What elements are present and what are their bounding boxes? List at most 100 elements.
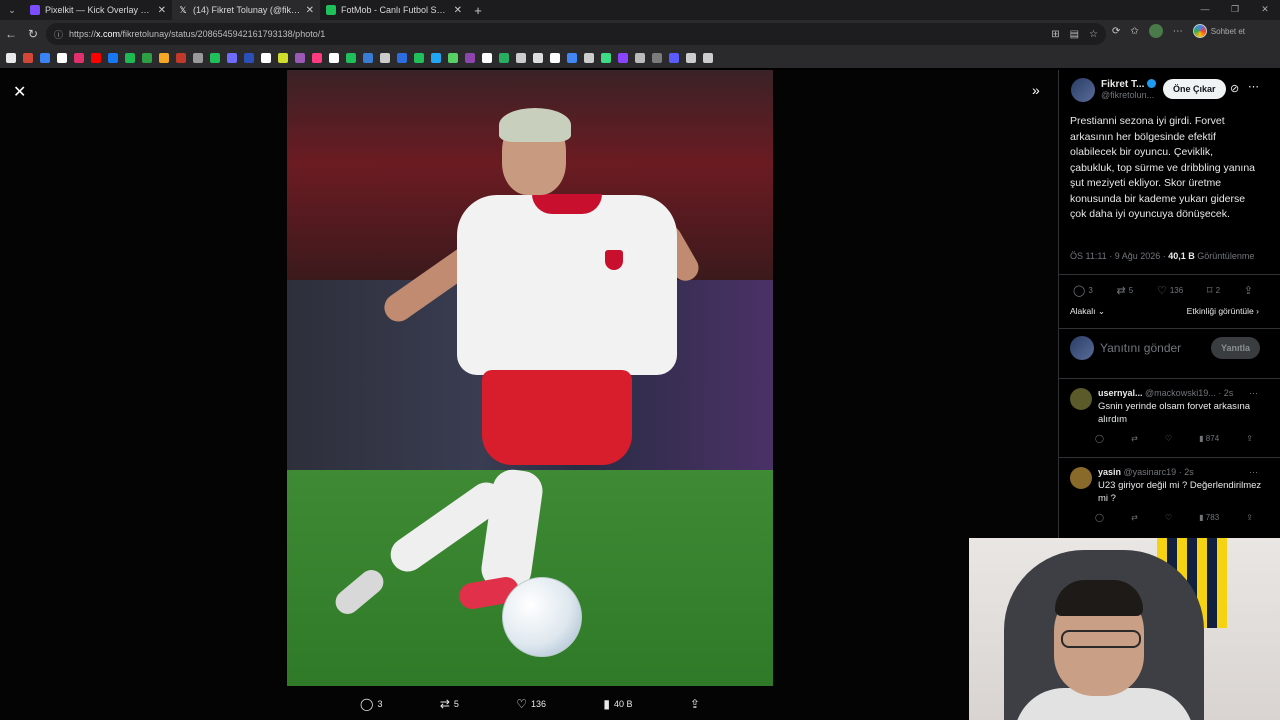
repost-icon[interactable]: ⇄ <box>1131 434 1138 443</box>
bookmark-favicon-icon[interactable] <box>601 53 611 63</box>
bookmark-favicon-icon[interactable] <box>142 53 152 63</box>
bookmark-favicon-icon[interactable] <box>74 53 84 63</box>
expand-sidebar-icon[interactable]: » <box>1032 82 1040 98</box>
bookmark-favicon-icon[interactable] <box>652 53 662 63</box>
reply-item[interactable]: usernyal... @mackowski19... · 2s Gsnin y… <box>1070 388 1270 443</box>
bookmark-favicon-icon[interactable] <box>108 53 118 63</box>
tab-fotmob[interactable]: FotMob - Canlı Futbol Skorları ✕ <box>320 0 468 20</box>
url-field[interactable]: ⓘ https://x.com/fikretolunay/status/2086… <box>46 23 1106 45</box>
highlight-button[interactable]: Öne Çıkar <box>1163 79 1226 99</box>
bookmark-favicon-icon[interactable] <box>312 53 322 63</box>
repost-icon[interactable]: ⇄ <box>1131 513 1138 522</box>
tweet-photo[interactable] <box>287 70 773 686</box>
bookmark-favicon-icon[interactable] <box>567 53 577 63</box>
bookmark-favicon-icon[interactable] <box>329 53 339 63</box>
bookmark-favicon-icon[interactable] <box>550 53 560 63</box>
new-tab-plus-icon[interactable]: + <box>468 3 488 18</box>
repost-action[interactable]: ⇄ 5 <box>440 697 459 711</box>
tab-list-chevron-icon[interactable]: ⌄ <box>0 5 24 16</box>
reader-icon[interactable]: ▤ <box>1070 29 1079 40</box>
author-avatar[interactable] <box>1071 78 1095 102</box>
bookmark-favicon-icon[interactable] <box>176 53 186 63</box>
apps-icon[interactable]: ⊞ <box>1051 29 1059 40</box>
minimize-icon[interactable]: — <box>1190 0 1220 20</box>
bookmark-favicon-icon[interactable] <box>261 53 271 63</box>
like-action[interactable]: ♡ 136 <box>1157 284 1183 297</box>
bookmark-favicon-icon[interactable] <box>499 53 509 63</box>
share-action[interactable]: ⇪ <box>1244 284 1253 297</box>
bookmark-favicon-icon[interactable] <box>346 53 356 63</box>
reload-icon[interactable]: ↻ <box>22 27 44 41</box>
close-tab-icon[interactable]: ✕ <box>454 5 462 16</box>
tab-pixelkit[interactable]: Pixelkit — Kick Overlay & Bot ✕ <box>24 0 172 20</box>
close-tab-icon[interactable]: ✕ <box>158 5 166 16</box>
reply-bubble-icon[interactable]: ◯ <box>1095 513 1104 522</box>
close-tab-icon[interactable]: ✕ <box>306 5 314 16</box>
menu-dots-icon[interactable]: ⋯ <box>1173 26 1183 37</box>
back-arrow-icon[interactable]: ← <box>0 27 22 41</box>
bookmark-favicon-icon[interactable] <box>227 53 237 63</box>
bookmark-favicon-icon[interactable] <box>635 53 645 63</box>
share-icon[interactable]: ⇪ <box>1246 434 1253 443</box>
reply-submit-button[interactable]: Yanıtla <box>1210 337 1260 359</box>
sort-dropdown[interactable]: Alakalı ⌄ <box>1070 306 1105 317</box>
reply-input[interactable]: Yanıtını gönder <box>1100 341 1205 355</box>
bookmark-favicon-icon[interactable] <box>6 53 16 63</box>
grok-icon[interactable]: ⊘ <box>1230 82 1239 95</box>
more-dots-icon[interactable]: ⋯ <box>1249 388 1258 399</box>
repost-action[interactable]: ⇄ 5 <box>1117 284 1134 297</box>
bookmark-favicon-icon[interactable] <box>363 53 373 63</box>
views-action[interactable]: ▮ 874 <box>1199 434 1219 443</box>
tab-x-fikret[interactable]: 𝕏 (14) Fikret Tolunay (@fikretolunay) ✕ <box>172 0 320 20</box>
view-engagement-link[interactable]: Etkinliği görüntüle › <box>1187 306 1259 317</box>
more-dots-icon[interactable]: ⋯ <box>1248 80 1259 93</box>
chat-button[interactable]: Sohbet et <box>1192 24 1245 38</box>
close-window-icon[interactable]: ✕ <box>1250 0 1280 20</box>
extensions-icon[interactable]: ⟳ <box>1112 26 1120 37</box>
favorites-icon[interactable]: ✩ <box>1130 26 1138 37</box>
bookmark-favicon-icon[interactable] <box>397 53 407 63</box>
share-action[interactable]: ⇪ <box>690 697 700 711</box>
bookmark-favicon-icon[interactable] <box>125 53 135 63</box>
bookmark-favicon-icon[interactable] <box>40 53 50 63</box>
views-action[interactable]: ▮ 783 <box>1199 513 1219 522</box>
reply-action[interactable]: ◯ 3 <box>360 697 382 711</box>
bookmark-favicon-icon[interactable] <box>210 53 220 63</box>
bookmark-favicon-icon[interactable] <box>703 53 713 63</box>
more-dots-icon[interactable]: ⋯ <box>1249 467 1258 478</box>
close-viewer-icon[interactable]: ✕ <box>13 82 26 102</box>
bookmark-favicon-icon[interactable] <box>448 53 458 63</box>
bookmark-favicon-icon[interactable] <box>686 53 696 63</box>
bookmark-favicon-icon[interactable] <box>295 53 305 63</box>
views-action[interactable]: ▮ 40 B <box>603 697 632 711</box>
bookmark-favicon-icon[interactable] <box>482 53 492 63</box>
star-bookmark-icon[interactable]: ☆ <box>1089 29 1098 40</box>
bookmark-favicon-icon[interactable] <box>380 53 390 63</box>
bookmark-favicon-icon[interactable] <box>618 53 628 63</box>
reply-avatar[interactable] <box>1070 467 1092 489</box>
reply-item[interactable]: yasin @yasinarc19 · 2s U23 giriyor değil… <box>1070 467 1270 522</box>
bookmark-favicon-icon[interactable] <box>159 53 169 63</box>
bookmark-favicon-icon[interactable] <box>516 53 526 63</box>
bookmark-favicon-icon[interactable] <box>465 53 475 63</box>
bookmark-favicon-icon[interactable] <box>414 53 424 63</box>
bookmark-favicon-icon[interactable] <box>244 53 254 63</box>
share-icon[interactable]: ⇪ <box>1246 513 1253 522</box>
bookmark-favicon-icon[interactable] <box>278 53 288 63</box>
bookmark-favicon-icon[interactable] <box>533 53 543 63</box>
reply-action[interactable]: ◯ 3 <box>1073 284 1093 297</box>
heart-icon[interactable]: ♡ <box>1165 434 1172 443</box>
reply-avatar[interactable] <box>1070 388 1092 410</box>
maximize-icon[interactable]: ❐ <box>1220 0 1250 20</box>
reply-bubble-icon[interactable]: ◯ <box>1095 434 1104 443</box>
tweet-author[interactable]: Fikret T... @fikretolun... <box>1071 78 1157 102</box>
bookmark-action[interactable]: ⌑ 2 <box>1207 284 1220 297</box>
bookmark-favicon-icon[interactable] <box>431 53 441 63</box>
site-info-icon[interactable]: ⓘ <box>54 28 63 41</box>
bookmark-favicon-icon[interactable] <box>669 53 679 63</box>
bookmark-favicon-icon[interactable] <box>57 53 67 63</box>
bookmark-favicon-icon[interactable] <box>91 53 101 63</box>
bookmark-favicon-icon[interactable] <box>23 53 33 63</box>
profile-avatar[interactable] <box>1148 24 1163 38</box>
bookmark-favicon-icon[interactable] <box>193 53 203 63</box>
